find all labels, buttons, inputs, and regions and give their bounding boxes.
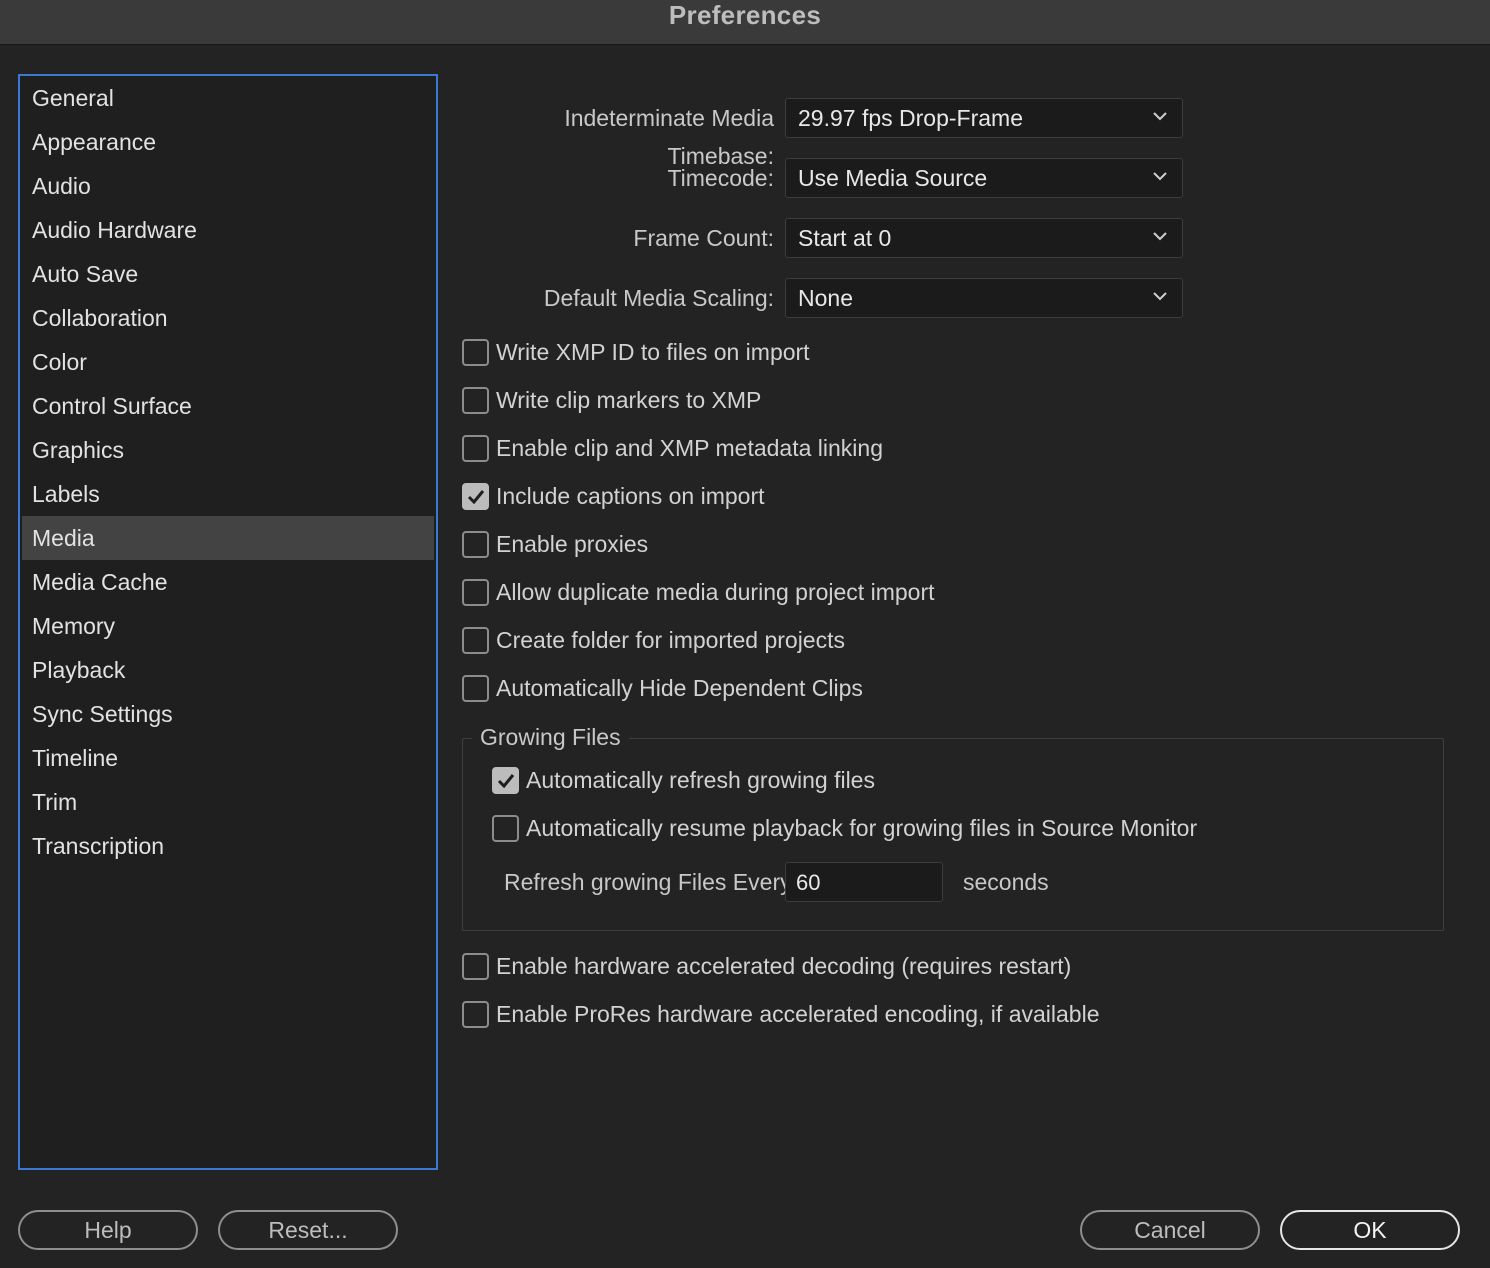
checkbox-label: Include captions on import bbox=[496, 483, 765, 509]
sidebar-item-audio-hardware[interactable]: Audio Hardware bbox=[22, 208, 434, 252]
checkbox-box[interactable] bbox=[462, 435, 489, 462]
sidebar-item-playback[interactable]: Playback bbox=[22, 648, 434, 692]
frame-count-dropdown[interactable]: Start at 0 bbox=[785, 218, 1183, 258]
checkbox-box[interactable] bbox=[462, 627, 489, 654]
chevron-down-icon bbox=[1153, 232, 1167, 241]
checkbox-label: Enable hardware accelerated decoding (re… bbox=[496, 953, 1072, 979]
timebase-value: 29.97 fps Drop-Frame bbox=[798, 105, 1023, 131]
checkbox-box[interactable] bbox=[462, 675, 489, 702]
sidebar-item-media[interactable]: Media bbox=[22, 516, 434, 560]
sidebar-item-general[interactable]: General bbox=[22, 76, 434, 120]
preferences-category-list[interactable]: General Appearance Audio Audio Hardware … bbox=[18, 74, 438, 1170]
checkbox-box[interactable] bbox=[462, 339, 489, 366]
sidebar-item-timeline[interactable]: Timeline bbox=[22, 736, 434, 780]
refresh-unit-label: seconds bbox=[963, 869, 1049, 895]
timecode-label: Timecode: bbox=[667, 165, 774, 191]
checkbox-label: Automatically resume playback for growin… bbox=[526, 815, 1198, 841]
chevron-down-icon bbox=[1153, 292, 1167, 301]
checkbox-label: Automatically Hide Dependent Clips bbox=[496, 675, 863, 701]
reset-button[interactable]: Reset... bbox=[218, 1210, 398, 1250]
sidebar-item-trim[interactable]: Trim bbox=[22, 780, 434, 824]
title-bar: Preferences bbox=[0, 0, 1490, 45]
checkbox-label: Enable ProRes hardware accelerated encod… bbox=[496, 1001, 1100, 1027]
media-scaling-dropdown[interactable]: None bbox=[785, 278, 1183, 318]
checkbox-box[interactable] bbox=[492, 815, 519, 842]
checkbox-box[interactable] bbox=[462, 531, 489, 558]
checkbox-label: Automatically refresh growing files bbox=[526, 767, 875, 793]
sidebar-item-graphics[interactable]: Graphics bbox=[22, 428, 434, 472]
sidebar-item-appearance[interactable]: Appearance bbox=[22, 120, 434, 164]
sidebar-item-color[interactable]: Color bbox=[22, 340, 434, 384]
sidebar-item-transcription[interactable]: Transcription bbox=[22, 824, 434, 868]
refresh-interval-input[interactable]: 60 bbox=[785, 862, 943, 902]
checkbox-label: Allow duplicate media during project imp… bbox=[496, 579, 935, 605]
checkmark-icon bbox=[497, 774, 515, 789]
checkbox-label: Enable proxies bbox=[496, 531, 649, 557]
checkbox-label: Create folder for imported projects bbox=[496, 627, 845, 653]
refresh-interval-label: Refresh growing Files Every bbox=[504, 869, 792, 895]
sidebar-item-auto-save[interactable]: Auto Save bbox=[22, 252, 434, 296]
checkbox-label: Write clip markers to XMP bbox=[496, 387, 762, 413]
frame-count-label: Frame Count: bbox=[633, 225, 774, 251]
checkbox-box[interactable] bbox=[462, 953, 489, 980]
checkbox-box[interactable] bbox=[492, 767, 519, 794]
checkmark-icon bbox=[467, 490, 485, 505]
timebase-dropdown[interactable]: 29.97 fps Drop-Frame bbox=[785, 98, 1183, 138]
growing-files-title: Growing Files bbox=[472, 722, 629, 752]
sidebar-item-memory[interactable]: Memory bbox=[22, 604, 434, 648]
checkbox-label: Enable clip and XMP metadata linking bbox=[496, 435, 883, 461]
sidebar-item-collaboration[interactable]: Collaboration bbox=[22, 296, 434, 340]
ok-button[interactable]: OK bbox=[1280, 1210, 1460, 1250]
checkbox-box[interactable] bbox=[462, 483, 489, 510]
checkbox-box[interactable] bbox=[462, 387, 489, 414]
window-title: Preferences bbox=[668, 0, 822, 30]
chevron-down-icon bbox=[1153, 112, 1167, 121]
timecode-dropdown[interactable]: Use Media Source bbox=[785, 158, 1183, 198]
timecode-value: Use Media Source bbox=[798, 165, 988, 191]
checkbox-box[interactable] bbox=[462, 579, 489, 606]
sidebar-item-audio[interactable]: Audio bbox=[22, 164, 434, 208]
chevron-down-icon bbox=[1153, 172, 1167, 181]
sidebar-item-media-cache[interactable]: Media Cache bbox=[22, 560, 434, 604]
cancel-button[interactable]: Cancel bbox=[1080, 1210, 1260, 1250]
checkbox-label: Write XMP ID to files on import bbox=[496, 339, 810, 365]
frame-count-value: Start at 0 bbox=[798, 225, 892, 251]
media-scaling-value: None bbox=[798, 285, 853, 311]
sidebar-item-labels[interactable]: Labels bbox=[22, 472, 434, 516]
help-button[interactable]: Help bbox=[18, 1210, 198, 1250]
sidebar-item-sync-settings[interactable]: Sync Settings bbox=[22, 692, 434, 736]
checkbox-box[interactable] bbox=[462, 1001, 489, 1028]
media-scaling-label: Default Media Scaling: bbox=[543, 285, 774, 311]
sidebar-item-control-surface[interactable]: Control Surface bbox=[22, 384, 434, 428]
